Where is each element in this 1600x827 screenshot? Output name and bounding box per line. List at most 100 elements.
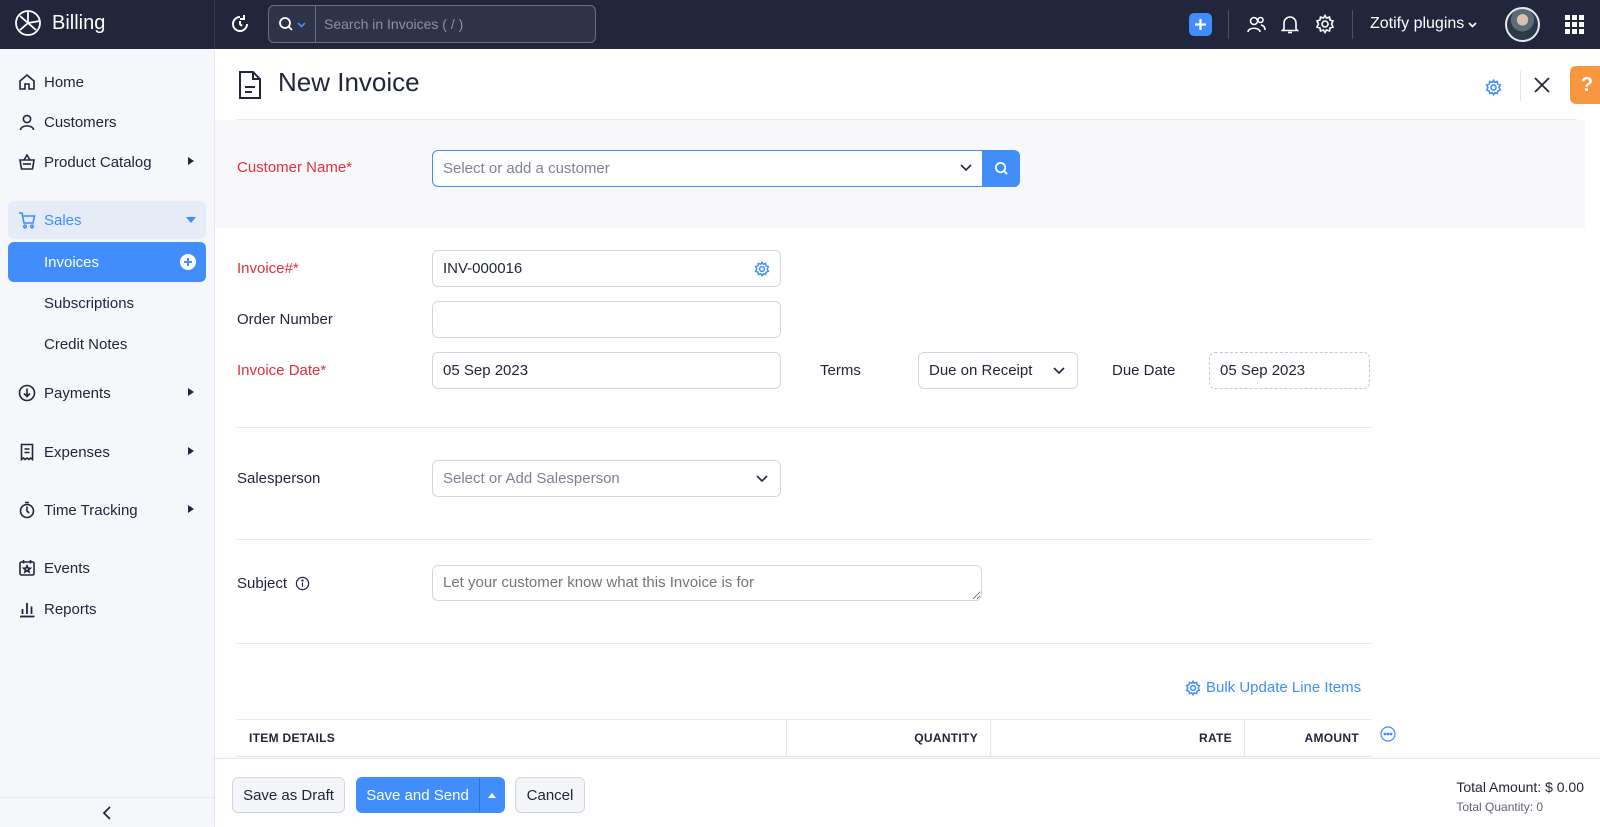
sidebar-item-label: Customers (44, 113, 117, 131)
chevron-left-icon (102, 805, 112, 820)
quick-create-button[interactable] (1189, 13, 1212, 36)
search-icon (278, 16, 294, 32)
sidebar-item-label: Home (44, 73, 85, 91)
sidebar-item-product-catalog[interactable]: Product Catalog (8, 143, 206, 181)
bulk-update-line-items-link[interactable]: Bulk Update Line Items (1185, 679, 1361, 696)
column-header-amount: AMOUNT (1304, 731, 1359, 745)
invoice-date-field[interactable]: 05 Sep 2023 (432, 352, 781, 389)
order-number-label: Order Number (237, 311, 333, 328)
top-bar: Billing Zotify plugin (0, 0, 1600, 49)
subject-label-group: Subject (237, 575, 310, 592)
sidebar-item-label: Time Tracking (44, 501, 138, 519)
order-number-input[interactable] (432, 301, 781, 338)
sidebar-item-label: Product Catalog (44, 153, 152, 171)
header-separator (1520, 71, 1521, 101)
save-options-dropdown[interactable] (479, 777, 505, 813)
home-icon (18, 73, 36, 91)
terms-value: Due on Receipt (929, 362, 1033, 379)
caret-right-icon (188, 447, 194, 455)
total-amount: Total Amount: $ 0.00 (1456, 779, 1584, 795)
salesperson-label: Salesperson (237, 470, 321, 487)
organization-switcher[interactable]: Zotify plugins (1370, 15, 1477, 33)
sidebar-item-time-tracking[interactable]: Time Tracking (8, 491, 206, 529)
user-avatar[interactable] (1505, 7, 1540, 42)
caret-right-icon (188, 505, 194, 513)
global-search (268, 5, 596, 43)
salesperson-placeholder: Select or Add Salesperson (443, 470, 620, 487)
bulk-update-label: Bulk Update Line Items (1206, 679, 1362, 696)
column-header-quantity: QUANTITY (787, 720, 991, 756)
preferences-gear-icon[interactable] (1485, 79, 1502, 96)
bar-chart-icon (18, 600, 36, 618)
sidebar-item-label: Expenses (44, 443, 110, 461)
sidebar-subitem-invoices[interactable]: Invoices (8, 242, 206, 282)
sidebar-subitem-label: Invoices (44, 253, 100, 271)
sidebar-item-customers[interactable]: Customers (8, 103, 206, 141)
notification-bell-icon[interactable] (1281, 14, 1299, 34)
document-icon (237, 70, 263, 100)
caret-down-icon (186, 217, 196, 223)
basket-icon (18, 153, 36, 171)
topbar-divider (214, 0, 215, 49)
customer-section: Customer Name* Select or add a customer (215, 120, 1585, 228)
sidebar-item-expenses[interactable]: Expenses (8, 433, 206, 471)
help-icon: ? (1580, 73, 1594, 96)
users-icon[interactable] (1246, 14, 1266, 34)
sidebar-item-home[interactable]: Home (8, 63, 206, 101)
more-options-icon[interactable] (1380, 726, 1396, 742)
sidebar-item-label: Reports (44, 600, 97, 618)
section-divider (237, 539, 1371, 540)
salesperson-select[interactable]: Select or Add Salesperson (432, 460, 781, 497)
sidebar-subitem-label: Credit Notes (44, 335, 128, 353)
sidebar-item-events[interactable]: Events (8, 549, 206, 587)
items-table-header: ITEM DETAILS QUANTITY RATE AMOUNT (237, 719, 1371, 757)
sidebar-item-reports[interactable]: Reports (8, 590, 206, 628)
event-icon (18, 559, 36, 577)
column-header-rate: RATE (991, 720, 1245, 756)
column-header-item-details: ITEM DETAILS (237, 720, 787, 756)
search-scope-dropdown[interactable] (269, 6, 316, 42)
plus-icon (1194, 18, 1207, 31)
sidebar-item-payments[interactable]: Payments (8, 374, 206, 412)
close-icon[interactable] (1533, 76, 1551, 94)
sidebar-item-sales[interactable]: Sales (8, 201, 206, 239)
customer-search-button[interactable] (982, 150, 1020, 187)
main-content: New Invoice ? Customer Name* Select or a… (215, 49, 1600, 827)
cart-icon (18, 211, 36, 229)
topbar-separator (1352, 10, 1353, 39)
customer-select-placeholder: Select or add a customer (443, 160, 610, 177)
search-input[interactable] (316, 16, 595, 32)
due-date-value: 05 Sep 2023 (1220, 362, 1306, 379)
caret-right-icon (188, 388, 194, 396)
sidebar-subitem-credit-notes[interactable]: Credit Notes (8, 324, 206, 364)
receipt-icon (18, 443, 36, 461)
save-and-send-button[interactable]: Save and Send (356, 777, 479, 813)
terms-select[interactable]: Due on Receipt (918, 352, 1078, 389)
gear-icon (1185, 679, 1201, 696)
section-divider (237, 427, 1371, 428)
totals-summary: Total Amount: $ 0.00 Total Quantity: 0 (1456, 779, 1584, 814)
page-title: New Invoice (278, 67, 420, 97)
subject-input[interactable] (432, 565, 982, 601)
app-grid-icon[interactable] (1565, 15, 1584, 34)
add-invoice-icon[interactable] (180, 254, 196, 270)
app-brand[interactable]: Billing (14, 9, 105, 37)
page-header: New Invoice ? (215, 49, 1600, 119)
chevron-down-icon (1468, 20, 1477, 29)
sidebar-item-label: Events (44, 559, 90, 577)
info-icon[interactable] (295, 576, 310, 591)
due-date-field[interactable]: 05 Sep 2023 (1209, 352, 1370, 389)
help-button[interactable]: ? (1570, 66, 1600, 104)
sidebar-collapse-button[interactable] (0, 797, 214, 827)
chevron-down-icon (1053, 367, 1065, 375)
invoice-number-field[interactable]: INV-000016 (432, 250, 781, 287)
cancel-button[interactable]: Cancel (515, 777, 585, 813)
settings-gear-icon[interactable] (1315, 14, 1335, 34)
invoice-number-settings-icon[interactable] (754, 261, 770, 277)
total-quantity: Total Quantity: 0 (1456, 800, 1544, 814)
recent-activity-icon[interactable] (229, 13, 251, 35)
sidebar-subitem-subscriptions[interactable]: Subscriptions (8, 283, 206, 323)
user-icon (18, 113, 36, 131)
customer-select[interactable]: Select or add a customer (432, 150, 983, 187)
save-as-draft-button[interactable]: Save as Draft (232, 777, 345, 813)
